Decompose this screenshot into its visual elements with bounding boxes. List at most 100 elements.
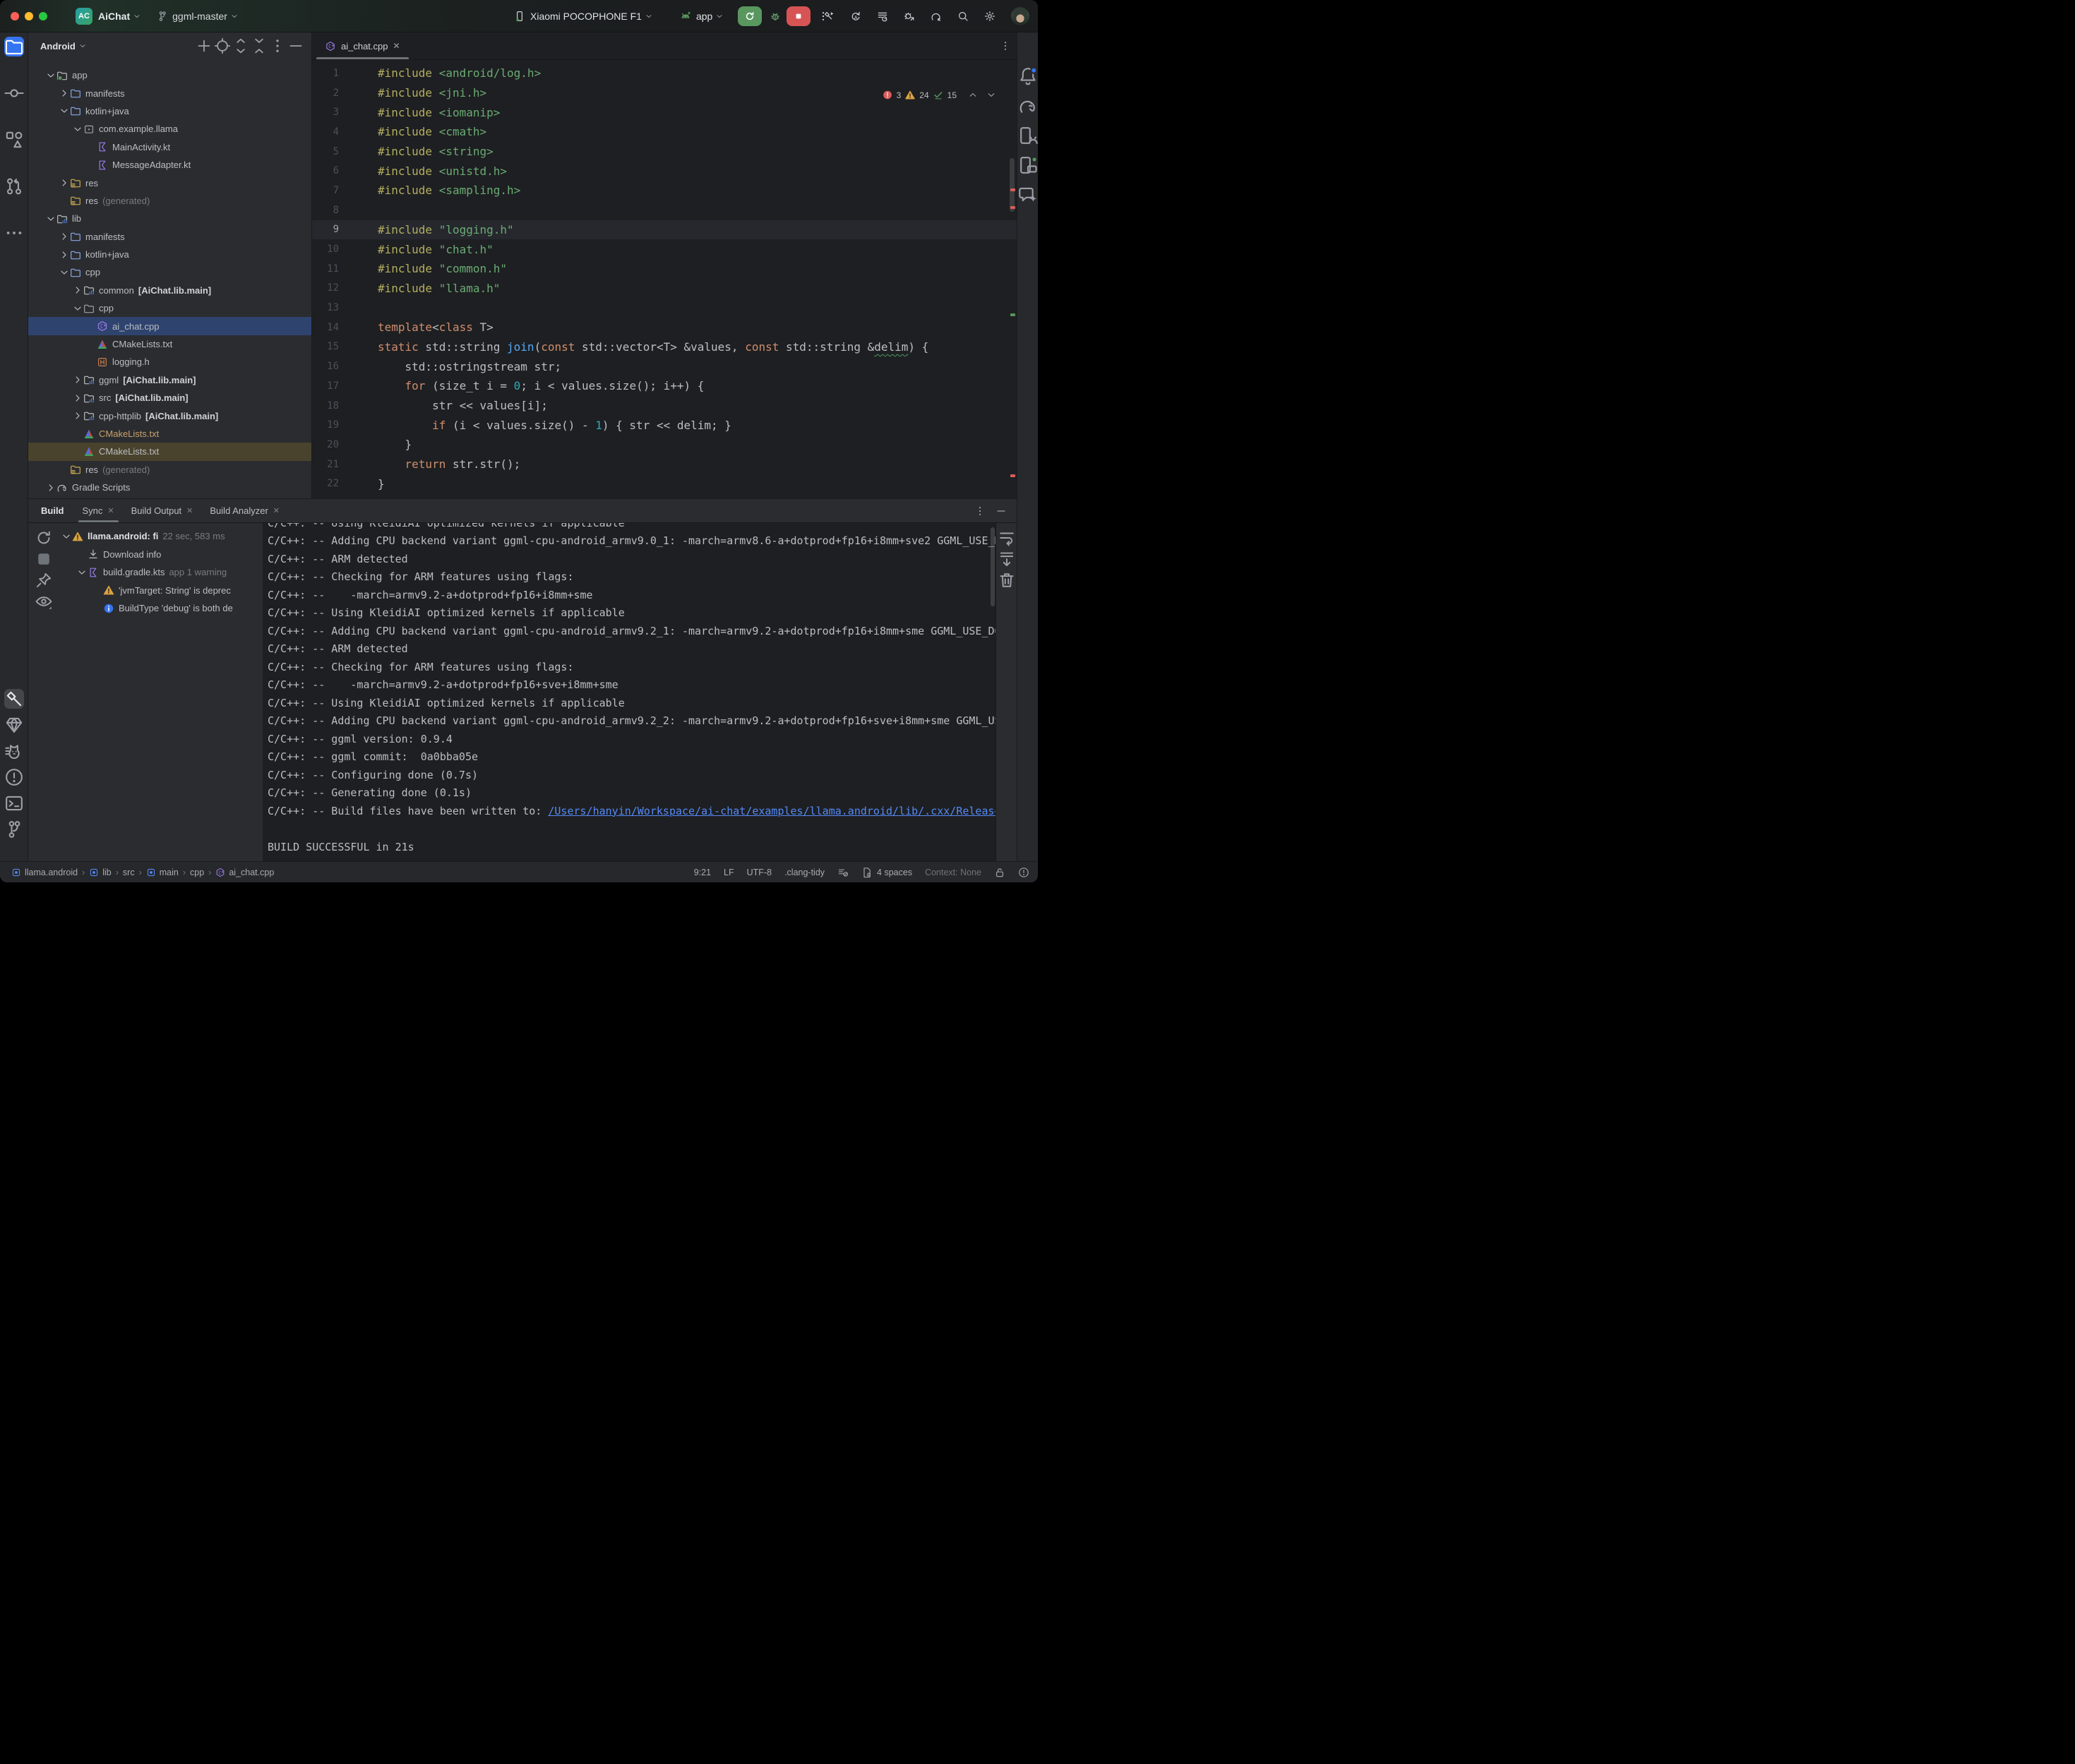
tree-chevron-icon[interactable] <box>72 392 83 404</box>
tool-strip-logcat[interactable] <box>4 741 24 761</box>
project-toolbar-kebab[interactable] <box>269 37 286 54</box>
tab-build-analyzer[interactable]: Build Analyzer✕ <box>201 499 288 522</box>
tool-strip-folderTool[interactable] <box>4 37 24 56</box>
tree-item-lib[interactable]: lib <box>28 210 311 227</box>
error-stripe-mark[interactable] <box>1010 313 1015 316</box>
tree-item-res[interactable]: res(generated) <box>28 461 311 479</box>
tree-item-app[interactable]: app <box>28 66 311 84</box>
inspections-widget[interactable]: 3 24 15 <box>882 90 997 100</box>
tree-item-mainactivity-kt[interactable]: MainActivity.kt <box>28 138 311 156</box>
tool-strip-deviceManager[interactable] <box>1018 126 1038 145</box>
close-tab-icon[interactable]: ✕ <box>273 506 280 515</box>
console-toolbar-scrollEnd[interactable] <box>998 550 1016 568</box>
sync-toolbar-refresh[interactable] <box>35 529 53 547</box>
close-tab-icon[interactable]: ✕ <box>186 506 193 515</box>
tool-strip-elephant[interactable] <box>1018 96 1038 116</box>
editor-scrollbar[interactable] <box>1010 158 1015 212</box>
user-avatar[interactable] <box>1011 7 1029 25</box>
prev-issue-chevron[interactable] <box>967 90 979 100</box>
tree-item-src[interactable]: src[AiChat.lib.main] <box>28 389 311 407</box>
stop-button[interactable] <box>787 6 811 26</box>
tool-strip-commit[interactable] <box>4 83 24 103</box>
tool-strip-structure[interactable] <box>4 130 24 150</box>
breadcrumb-main[interactable]: main <box>146 868 179 877</box>
lock-open-icon[interactable] <box>994 867 1005 878</box>
close-window-button[interactable] <box>11 12 19 20</box>
toolbar-gear-icon[interactable] <box>984 9 995 23</box>
editor-tab-ai_chat[interactable]: C ai_chat.cpp ✕ <box>316 32 409 59</box>
tree-item-cmakelists-txt[interactable]: CMakeLists.txt <box>28 443 311 460</box>
tree-item-cmakelists-txt[interactable]: CMakeLists.txt <box>28 335 311 353</box>
minimize-window-button[interactable] <box>25 12 33 20</box>
tree-chevron-icon[interactable] <box>45 213 56 224</box>
console-toolbar-trash[interactable] <box>998 571 1016 589</box>
tree-item-ggml[interactable]: ggml[AiChat.lib.main] <box>28 371 311 389</box>
tool-strip-gem[interactable] <box>4 715 24 735</box>
project-selector[interactable]: AiChat <box>98 11 130 22</box>
tree-chevron-icon[interactable] <box>72 303 83 314</box>
tree-item-common[interactable]: common[AiChat.lib.main] <box>28 282 311 299</box>
toolbar-attachDebug-icon[interactable] <box>904 9 915 23</box>
branch-selector[interactable]: ggml-master <box>172 11 227 22</box>
tree-chevron-icon[interactable] <box>72 124 83 135</box>
tree-item-llama-android-fi[interactable]: llama.android: fi22 sec, 583 ms <box>59 527 263 546</box>
tree-item-cpp-httplib[interactable]: cpp-httplib[AiChat.lib.main] <box>28 407 311 424</box>
caret-position[interactable]: 9:21 <box>694 868 711 877</box>
problems-circle-icon[interactable] <box>1018 867 1029 878</box>
tree-item-build-gradle-kts[interactable]: build.gradle.ktsapp 1 warning <box>59 563 263 582</box>
zoom-window-button[interactable] <box>39 12 47 20</box>
tab-build-output[interactable]: Build Output✕ <box>123 499 202 522</box>
project-toolbar-minus[interactable] <box>287 37 304 54</box>
tree-chevron-icon[interactable] <box>59 88 70 99</box>
tree-item-ai-chat-cpp[interactable]: Cai_chat.cpp <box>28 317 311 335</box>
sync-toolbar-graySquare[interactable] <box>35 550 53 568</box>
project-toolbar-add[interactable] <box>196 37 213 54</box>
toolbar-profiler-icon[interactable] <box>877 9 888 23</box>
editor-options-kebab[interactable] <box>1000 40 1011 52</box>
build-options-kebab[interactable] <box>974 505 986 517</box>
tree-item--jvmtarget-string-is-deprec[interactable]: 'jvmTarget: String' is deprec <box>59 582 263 600</box>
tree-chevron-icon[interactable] <box>72 374 83 385</box>
line-separator[interactable]: LF <box>724 868 734 877</box>
tree-item-buildtype-debug-is-both-de[interactable]: BuildType 'debug' is both de <box>59 599 263 618</box>
tool-strip-pullRequest[interactable] <box>4 176 24 196</box>
formatter-icon[interactable] <box>837 867 849 878</box>
tree-item-messageadapter-kt[interactable]: MessageAdapter.kt <box>28 156 311 174</box>
toolbar-gradleSync-icon[interactable] <box>931 9 942 23</box>
run-config-selector[interactable]: app <box>696 11 712 22</box>
tree-chevron-icon[interactable] <box>45 70 56 81</box>
console-toolbar-wrap[interactable] <box>998 529 1016 547</box>
tree-item-kotlin-java[interactable]: kotlin+java <box>28 102 311 120</box>
device-selector[interactable]: Xiaomi POCOPHONE F1 <box>530 11 642 22</box>
tree-item-cpp[interactable]: cpp <box>28 263 311 281</box>
debug-button[interactable] <box>770 9 781 23</box>
tree-item-res[interactable]: res <box>28 174 311 191</box>
project-toolbar-collapseAll[interactable] <box>251 37 268 54</box>
file-encoding[interactable]: UTF-8 <box>747 868 772 877</box>
console-scrollbar[interactable] <box>991 527 995 606</box>
tree-item-com-example-llama[interactable]: com.example.llama <box>28 120 311 138</box>
build-console[interactable]: C/C++: -- Using KleidiAI optimized kerne… <box>263 523 995 861</box>
tool-strip-problems[interactable] <box>4 767 24 787</box>
project-toolbar-locate[interactable] <box>214 37 231 54</box>
tool-strip-terminal[interactable] <box>4 793 24 813</box>
indent-widget[interactable]: 4 spaces <box>861 867 912 878</box>
tree-chevron-icon[interactable] <box>72 410 83 421</box>
tool-strip-gemini[interactable] <box>1018 185 1038 205</box>
breadcrumb-ai-chat-cpp[interactable]: Cai_chat.cpp <box>215 868 274 877</box>
tree-item-download-info[interactable]: Download info <box>59 546 263 564</box>
hide-panel-icon[interactable] <box>995 505 1007 517</box>
close-tab-icon[interactable]: ✕ <box>393 41 400 51</box>
error-stripe-mark[interactable] <box>1010 206 1015 209</box>
next-issue-chevron[interactable] <box>986 90 997 100</box>
tree-chevron-icon[interactable] <box>59 231 70 242</box>
tool-strip-hammer[interactable] <box>4 689 24 709</box>
tree-chevron-icon[interactable] <box>59 249 70 260</box>
tree-chevron-icon[interactable] <box>45 482 56 493</box>
project-toolbar-expandAll[interactable] <box>232 37 249 54</box>
tree-item-logging-h[interactable]: logging.h <box>28 353 311 371</box>
tree-item-res[interactable]: res(generated) <box>28 192 311 210</box>
sync-toolbar-eye[interactable] <box>35 592 53 611</box>
tree-item-manifests[interactable]: manifests <box>28 84 311 102</box>
tree-item-kotlin-java[interactable]: kotlin+java <box>28 246 311 263</box>
